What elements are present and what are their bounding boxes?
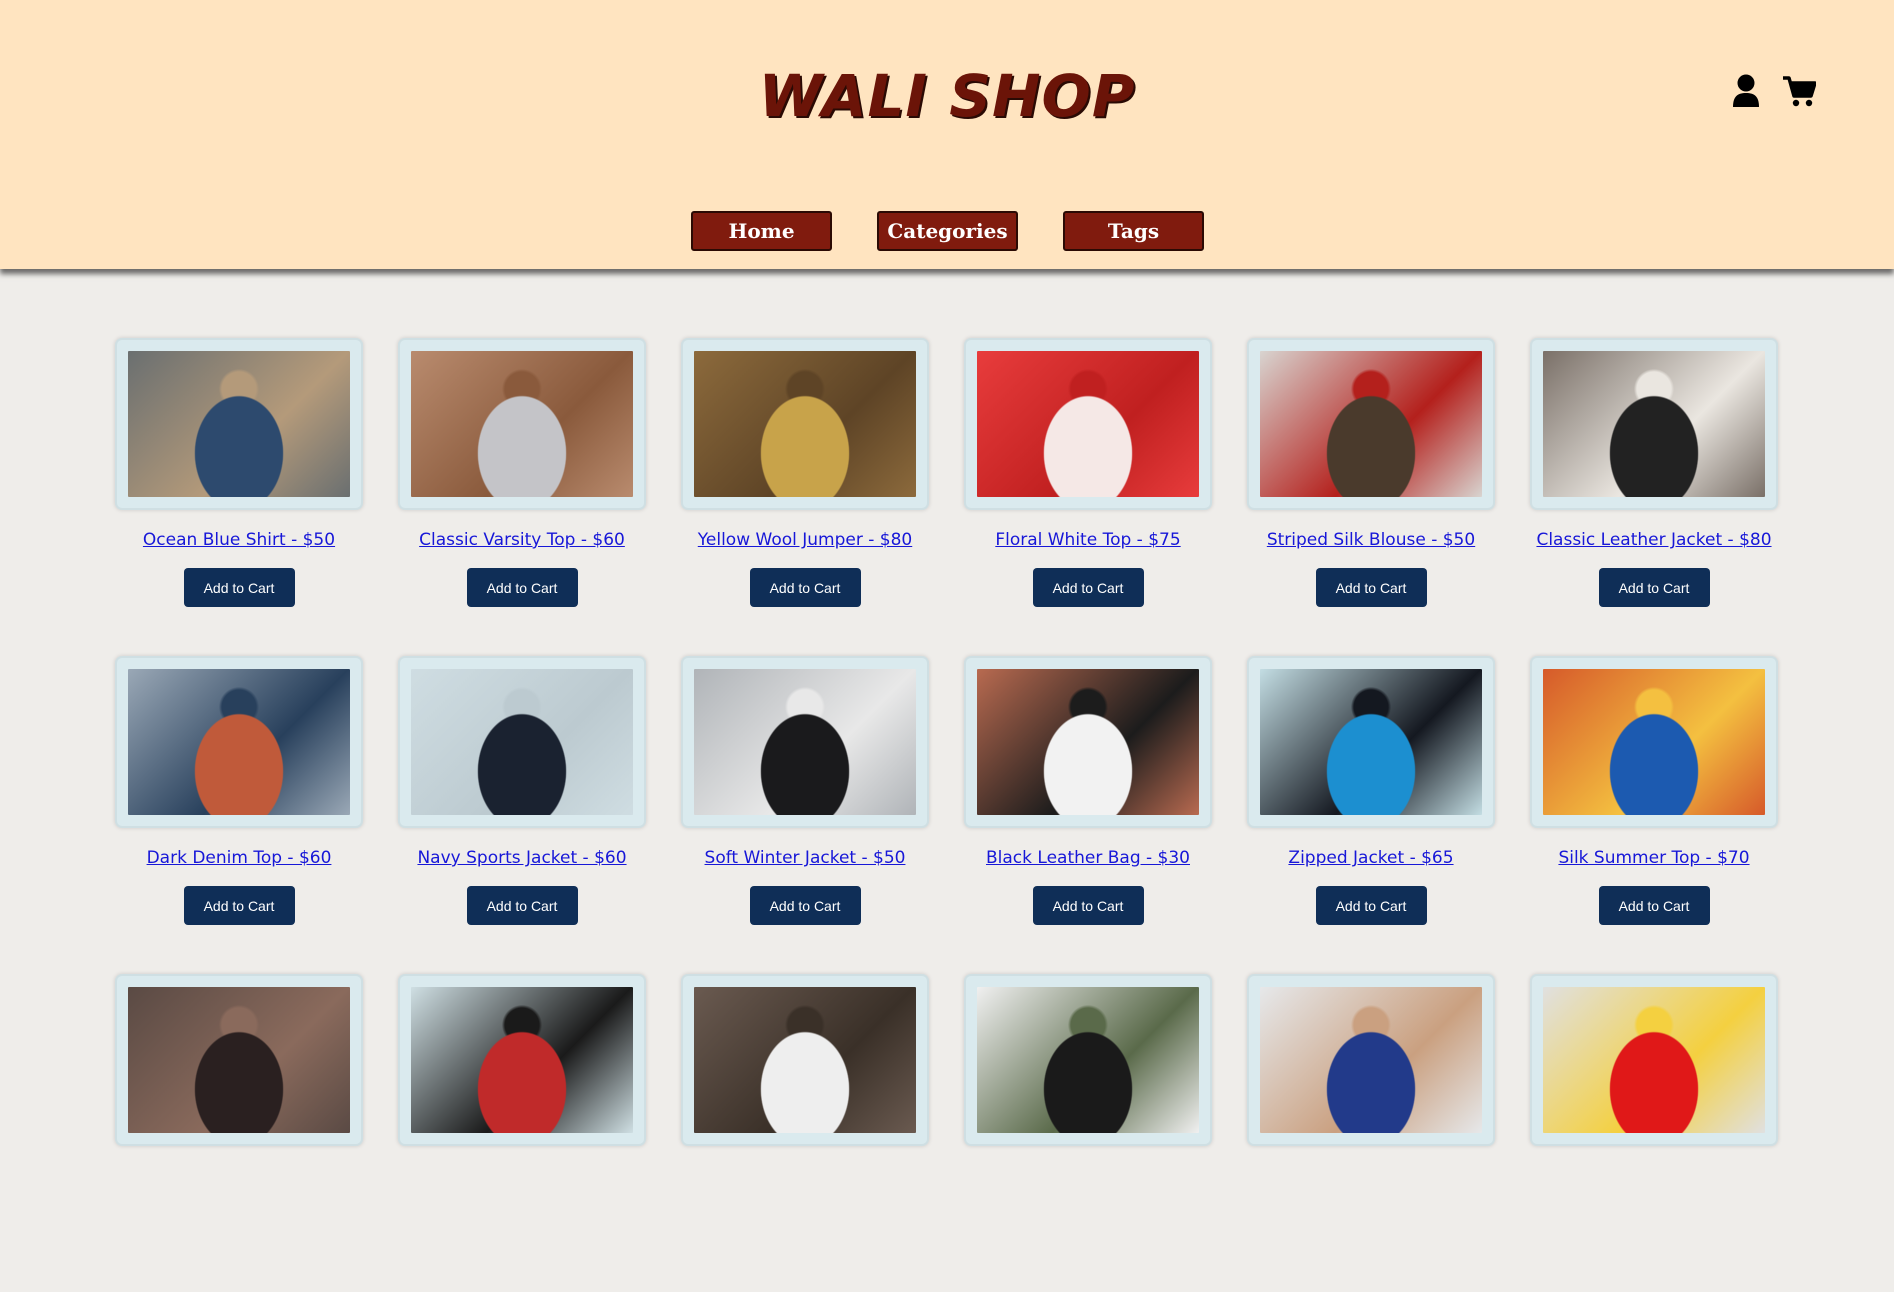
product-photo [411, 669, 633, 815]
product-photo [977, 351, 1199, 497]
product-photo [1260, 669, 1482, 815]
product-link[interactable]: Floral White Top - $75 [995, 530, 1180, 550]
product-link[interactable]: Dark Denim Top - $60 [147, 848, 332, 868]
cart-icon[interactable] [1782, 75, 1816, 107]
product-photo [977, 669, 1199, 815]
product-image-frame[interactable] [1247, 656, 1495, 828]
product-photo [1543, 987, 1765, 1133]
product-link[interactable]: Yellow Wool Jumper - $80 [698, 530, 912, 550]
product-card: Dark Denim Top - $60 Add to Cart [115, 656, 363, 974]
product-image-frame[interactable] [964, 974, 1212, 1146]
add-to-cart-button[interactable]: Add to Cart [183, 886, 295, 925]
product-card: Yellow Wool Jumper - $80 Add to Cart [681, 338, 929, 656]
add-to-cart-button[interactable]: Add to Cart [1315, 886, 1427, 925]
product-photo [694, 669, 916, 815]
product-photo [1260, 351, 1482, 497]
site-header: WALI SHOP Home Categories Tags [0, 0, 1894, 269]
add-to-cart-button[interactable]: Add to Cart [183, 568, 295, 607]
add-to-cart-button[interactable]: Add to Cart [749, 886, 861, 925]
product-image-frame[interactable] [1530, 974, 1778, 1146]
product-card: Classic Varsity Top - $60 Add to Cart [398, 338, 646, 656]
product-photo [1543, 351, 1765, 497]
product-row: Dark Denim Top - $60 Add to Cart Navy Sp… [115, 656, 1779, 974]
add-to-cart-button[interactable]: Add to Cart [466, 886, 578, 925]
product-card [115, 974, 363, 1292]
product-image-frame[interactable] [115, 338, 363, 510]
product-image-frame[interactable] [681, 338, 929, 510]
product-card: Classic Leather Jacket - $80 Add to Cart [1530, 338, 1778, 656]
product-card [1530, 974, 1778, 1292]
product-photo [128, 669, 350, 815]
product-image-frame[interactable] [964, 656, 1212, 828]
product-image-frame[interactable] [1530, 338, 1778, 510]
add-to-cart-button[interactable]: Add to Cart [1032, 886, 1144, 925]
product-row: Ocean Blue Shirt - $50 Add to Cart Class… [115, 338, 1779, 656]
product-link[interactable]: Silk Summer Top - $70 [1558, 848, 1749, 868]
product-grid: Ocean Blue Shirt - $50 Add to Cart Class… [115, 338, 1779, 1292]
product-image-frame[interactable] [115, 974, 363, 1146]
product-link[interactable]: Classic Leather Jacket - $80 [1536, 530, 1771, 550]
nav-tags-button[interactable]: Tags [1063, 211, 1204, 251]
product-photo [694, 351, 916, 497]
product-image-frame[interactable] [115, 656, 363, 828]
product-photo [411, 987, 633, 1133]
add-to-cart-button[interactable]: Add to Cart [1598, 886, 1710, 925]
add-to-cart-button[interactable]: Add to Cart [749, 568, 861, 607]
product-image-frame[interactable] [681, 656, 929, 828]
nav-categories-button[interactable]: Categories [877, 211, 1018, 251]
product-photo [1260, 987, 1482, 1133]
product-image-frame[interactable] [681, 974, 929, 1146]
product-card: Silk Summer Top - $70 Add to Cart [1530, 656, 1778, 974]
product-card [398, 974, 646, 1292]
product-link[interactable]: Black Leather Bag - $30 [986, 848, 1190, 868]
nav-home-button[interactable]: Home [691, 211, 832, 251]
product-card [1247, 974, 1495, 1292]
product-image-frame[interactable] [964, 338, 1212, 510]
product-image-frame[interactable] [398, 656, 646, 828]
product-card [964, 974, 1212, 1292]
product-photo [694, 987, 916, 1133]
add-to-cart-button[interactable]: Add to Cart [1315, 568, 1427, 607]
product-image-frame[interactable] [398, 974, 646, 1146]
product-link[interactable]: Classic Varsity Top - $60 [419, 530, 625, 550]
product-card [681, 974, 929, 1292]
product-card: Striped Silk Blouse - $50 Add to Cart [1247, 338, 1495, 656]
product-card: Ocean Blue Shirt - $50 Add to Cart [115, 338, 363, 656]
product-card: Floral White Top - $75 Add to Cart [964, 338, 1212, 656]
product-photo [128, 351, 350, 497]
add-to-cart-button[interactable]: Add to Cart [1598, 568, 1710, 607]
user-icon[interactable] [1732, 74, 1760, 108]
product-row [115, 974, 1779, 1292]
product-image-frame[interactable] [1247, 338, 1495, 510]
product-photo [128, 987, 350, 1133]
product-link[interactable]: Soft Winter Jacket - $50 [705, 848, 906, 868]
product-link[interactable]: Ocean Blue Shirt - $50 [143, 530, 335, 550]
add-to-cart-button[interactable]: Add to Cart [466, 568, 578, 607]
product-photo [977, 987, 1199, 1133]
add-to-cart-button[interactable]: Add to Cart [1032, 568, 1144, 607]
product-card: Zipped Jacket - $65 Add to Cart [1247, 656, 1495, 974]
product-image-frame[interactable] [398, 338, 646, 510]
product-photo [411, 351, 633, 497]
product-link[interactable]: Striped Silk Blouse - $50 [1267, 530, 1475, 550]
product-image-frame[interactable] [1530, 656, 1778, 828]
product-link[interactable]: Zipped Jacket - $65 [1288, 848, 1453, 868]
product-image-frame[interactable] [1247, 974, 1495, 1146]
product-card: Soft Winter Jacket - $50 Add to Cart [681, 656, 929, 974]
product-card: Black Leather Bag - $30 Add to Cart [964, 656, 1212, 974]
main-nav: Home Categories Tags [691, 211, 1204, 251]
site-logo[interactable]: WALI SHOP [0, 62, 1894, 130]
product-photo [1543, 669, 1765, 815]
product-link[interactable]: Navy Sports Jacket - $60 [417, 848, 626, 868]
product-card: Navy Sports Jacket - $60 Add to Cart [398, 656, 646, 974]
header-icons [1732, 74, 1816, 108]
